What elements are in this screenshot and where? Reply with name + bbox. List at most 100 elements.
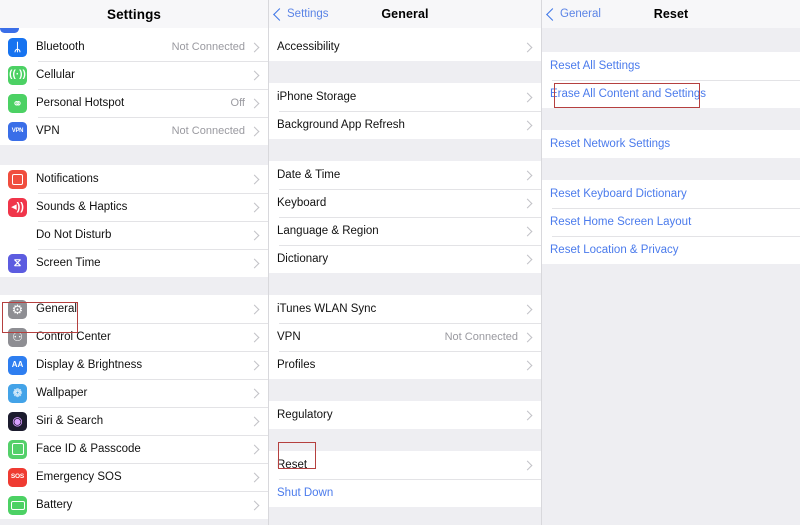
chevron-right-icon <box>249 360 260 370</box>
vpn-icon: VPN <box>8 121 27 141</box>
list-item[interactable]: Dictionary <box>269 245 541 273</box>
list-item[interactable]: Reset Home Screen Layout <box>542 208 800 236</box>
list-item[interactable]: Face ID & Passcode <box>0 435 268 463</box>
list-item[interactable]: iPhone Storage <box>269 83 541 111</box>
list-item-label: VPN <box>36 125 60 137</box>
panel-general: Settings General Accessibility iPhone Sto… <box>269 0 542 525</box>
list-item-label: Screen Time <box>36 257 101 269</box>
general-list[interactable]: Accessibility iPhone Storage Background Ap… <box>269 28 541 525</box>
list-item[interactable]: Reset All Settings <box>542 52 800 80</box>
group-separator <box>0 277 268 295</box>
back-button-general[interactable]: General <box>546 7 601 21</box>
emergency-sos-icon: SOS <box>8 467 27 487</box>
chevron-right-icon <box>249 416 260 426</box>
chevron-right-icon <box>249 258 260 268</box>
list-item-label: General <box>36 303 77 315</box>
wallpaper-icon: ❁ <box>8 383 27 403</box>
list-item[interactable]: Regulatory <box>269 401 541 429</box>
list-item[interactable]: Date & Time <box>269 161 541 189</box>
screenshot-root: Settings ᛦ Bluetooth Not Connected ((·)) Cel… <box>0 0 800 525</box>
list-group: ⚙ General ⚇ Control Center AA Display & Brigh… <box>0 295 268 519</box>
chevron-right-icon <box>249 472 260 482</box>
list-item[interactable]: ᛦ Bluetooth Not Connected <box>0 33 268 61</box>
chevron-right-icon <box>522 92 533 102</box>
list-item[interactable]: VPN VPN Not Connected <box>0 117 268 145</box>
display-brightness-icon: AA <box>8 355 27 375</box>
chevron-right-icon <box>249 332 260 342</box>
list-group: iPhone Storage Background App Refresh <box>269 83 541 139</box>
chevron-right-icon <box>249 230 260 240</box>
navbar-settings: Settings <box>0 0 268 29</box>
chevron-left-icon <box>273 7 286 21</box>
do-not-disturb-icon: ☾ <box>12 228 23 242</box>
list-item[interactable]: ❁ Wallpaper <box>0 379 268 407</box>
group-separator <box>269 61 541 83</box>
list-item[interactable]: Battery <box>0 491 268 519</box>
list-item[interactable]: Keyboard <box>269 189 541 217</box>
list-item[interactable]: ☾ Do Not Disturb <box>0 221 268 249</box>
list-item-label: Reset Keyboard Dictionary <box>550 188 687 200</box>
list-item-label: Keyboard <box>277 197 327 209</box>
list-item-value: Not Connected <box>171 125 245 137</box>
list-item[interactable]: AA Display & Brightness <box>0 351 268 379</box>
chevron-left-icon <box>546 7 559 21</box>
navbar-general: Settings General <box>269 0 541 29</box>
chevron-right-icon <box>522 42 533 52</box>
group-separator <box>542 264 800 286</box>
list-item[interactable]: Reset Location & Privacy <box>542 236 800 264</box>
general-gear-icon: ⚙ <box>8 299 27 319</box>
list-item-label: Dictionary <box>277 253 329 265</box>
list-group: Regulatory <box>269 401 541 429</box>
list-item[interactable]: ◉ Siri & Search <box>0 407 268 435</box>
list-item[interactable]: iTunes WLAN Sync <box>269 295 541 323</box>
list-item[interactable]: Notifications <box>0 165 268 193</box>
navbar-reset: General Reset <box>542 0 800 29</box>
list-item-label: Siri & Search <box>36 415 104 427</box>
back-button-label: Settings <box>287 8 329 20</box>
list-item[interactable]: ⚇ Control Center <box>0 323 268 351</box>
list-item[interactable]: Reset Keyboard Dictionary <box>542 180 800 208</box>
list-item[interactable]: Accessibility <box>269 33 541 61</box>
list-item[interactable]: Erase All Content and Settings <box>542 80 800 108</box>
list-item-label: Do Not Disturb <box>36 229 112 241</box>
list-item[interactable]: Reset Network Settings <box>542 130 800 158</box>
list-item-label: Date & Time <box>277 169 341 181</box>
list-group: Reset Keyboard Dictionary Reset Home Scre… <box>542 180 800 264</box>
list-item[interactable]: ⚭ Personal Hotspot Off <box>0 89 268 117</box>
list-item[interactable]: Background App Refresh <box>269 111 541 139</box>
list-item-value: Not Connected <box>444 331 518 343</box>
list-item-label: Reset Network Settings <box>550 138 671 150</box>
reset-list[interactable]: Reset All Settings Erase All Content and … <box>542 28 800 525</box>
group-separator <box>0 145 268 165</box>
list-item[interactable]: ◂)) Sounds & Haptics <box>0 193 268 221</box>
list-item[interactable]: SOS Emergency SOS <box>0 463 268 491</box>
list-item-label: Language & Region <box>277 225 379 237</box>
list-item[interactable]: ⧖ Screen Time <box>0 249 268 277</box>
page-title: Settings <box>106 6 162 22</box>
control-center-icon: ⚇ <box>8 327 27 347</box>
list-item[interactable]: ((·)) Cellular <box>0 61 268 89</box>
list-item[interactable]: Reset <box>269 451 541 479</box>
list-item-label: Reset <box>277 459 308 471</box>
list-item[interactable]: Language & Region <box>269 217 541 245</box>
chevron-right-icon <box>522 254 533 264</box>
list-item[interactable]: Shut Down <box>269 479 541 507</box>
screen-time-icon: ⧖ <box>8 253 27 273</box>
chevron-right-icon <box>522 360 533 370</box>
list-item[interactable]: Profiles <box>269 351 541 379</box>
list-item-label: Reset Home Screen Layout <box>550 216 692 228</box>
chevron-right-icon <box>522 332 533 342</box>
list-item-label: Background App Refresh <box>277 119 405 131</box>
chevron-right-icon <box>249 70 260 80</box>
chevron-right-icon <box>249 126 260 136</box>
list-item-label: Accessibility <box>277 41 340 53</box>
chevron-right-icon <box>522 410 533 420</box>
battery-icon <box>8 495 27 515</box>
list-item[interactable]: ⚙ General <box>0 295 268 323</box>
chevron-right-icon <box>249 174 260 184</box>
list-item[interactable]: VPN Not Connected <box>269 323 541 351</box>
back-button-settings[interactable]: Settings <box>273 7 329 21</box>
settings-list[interactable]: ᛦ Bluetooth Not Connected ((·)) Cellular ⚭ Per… <box>0 28 268 525</box>
chevron-right-icon <box>522 460 533 470</box>
group-separator <box>269 507 541 525</box>
